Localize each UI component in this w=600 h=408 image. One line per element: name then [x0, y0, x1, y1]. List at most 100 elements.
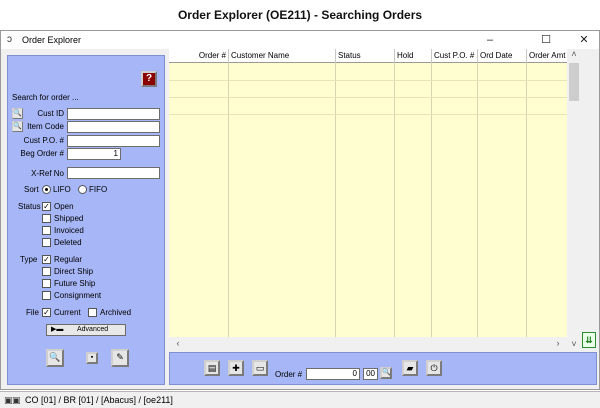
- eraser-icon: ✎: [116, 352, 124, 362]
- exit-button[interactable]: ⏻: [426, 360, 442, 376]
- scroll-up-icon[interactable]: ˄: [567, 49, 581, 59]
- order-window-button[interactable]: ▭: [252, 360, 268, 376]
- type-direct-ship-checkbox[interactable]: [42, 267, 51, 276]
- status-label: Status: [18, 202, 41, 212]
- window-icon: ▭: [256, 363, 265, 373]
- page-title: Order Explorer (OE211) - Searching Order…: [0, 0, 600, 30]
- open-folder-button[interactable]: ▰: [402, 360, 418, 376]
- status-bar: ▣ ▣ CO [01] / BR [01] / [Abacus] / [oe21…: [0, 391, 600, 408]
- status-open-label: Open: [54, 202, 74, 212]
- status-shipped-label: Shipped: [54, 214, 83, 224]
- grid-column-divider: [477, 63, 478, 352]
- advanced-label: Advanced: [77, 325, 108, 335]
- type-regular-checkbox[interactable]: ✓: [42, 255, 51, 264]
- folder-icon: ▰: [407, 363, 414, 373]
- magnifier-icon: 🔍: [13, 123, 22, 130]
- file-archived-label: Archived: [100, 308, 131, 318]
- beg-order-label: Beg Order #: [12, 149, 64, 159]
- grid-row-line: [169, 114, 567, 115]
- cust-id-input[interactable]: [67, 108, 160, 120]
- status-invoiced-checkbox[interactable]: [42, 226, 51, 235]
- grid-horizontal-scrollbar[interactable]: ‹ ›: [169, 337, 567, 352]
- orders-grid[interactable]: Order # Customer Name Status Hold Cust P…: [169, 49, 567, 352]
- app-icon: ↄ: [7, 34, 19, 46]
- scroll-thumb[interactable]: [569, 63, 579, 101]
- grid-header: Order # Customer Name Status Hold Cust P…: [169, 49, 567, 63]
- type-direct-ship-label: Direct Ship: [54, 267, 93, 277]
- status-open-checkbox[interactable]: ✓: [42, 202, 51, 211]
- col-status[interactable]: Status: [336, 49, 395, 63]
- search-panel: ? Search for order ... 🔍 Cust ID 🔍 Item …: [7, 55, 165, 385]
- magnifier-icon: 🔍: [382, 369, 391, 376]
- grid-column-divider: [526, 63, 527, 352]
- advanced-button[interactable]: ▶▬ Advanced: [46, 324, 126, 336]
- status-invoiced-label: Invoiced: [54, 226, 84, 236]
- minimize-button[interactable]: –: [475, 31, 505, 49]
- col-order-amt[interactable]: Order Amt: [527, 49, 567, 63]
- order-suffix-input[interactable]: 00: [363, 368, 378, 380]
- sort-fifo-radio[interactable]: [78, 185, 87, 194]
- view-details-button[interactable]: ▤: [204, 360, 220, 376]
- scroll-down-icon[interactable]: ˅: [567, 339, 581, 349]
- type-future-ship-checkbox[interactable]: [42, 279, 51, 288]
- grid-row-line: [169, 97, 567, 98]
- scroll-right-icon[interactable]: ›: [551, 338, 565, 348]
- sort-fifo-label: FIFO: [89, 185, 107, 195]
- type-consignment-label: Consignment: [54, 291, 101, 301]
- item-lookup-button[interactable]: 🔍: [12, 121, 23, 132]
- clear-search-button[interactable]: ✎: [111, 349, 129, 367]
- search-icon: 🔍: [49, 352, 60, 362]
- file-archived-checkbox[interactable]: [88, 308, 97, 317]
- play-icon: ▶▬: [51, 325, 63, 335]
- new-order-button[interactable]: ✚: [228, 360, 244, 376]
- file-current-checkbox[interactable]: ✓: [42, 308, 51, 317]
- cust-id-label: Cust ID: [26, 109, 64, 119]
- window-title: Order Explorer: [22, 34, 81, 46]
- col-cust-po[interactable]: Cust P.O. #: [432, 49, 478, 63]
- close-button[interactable]: ✕: [569, 31, 599, 49]
- item-code-label: Item Code: [26, 122, 64, 132]
- col-ord-date[interactable]: Ord Date: [478, 49, 527, 63]
- status-shipped-checkbox[interactable]: [42, 214, 51, 223]
- type-regular-label: Regular: [54, 255, 82, 265]
- xref-input[interactable]: [67, 167, 160, 179]
- magnifier-icon: 🔍: [13, 110, 22, 117]
- sort-lifo-radio[interactable]: [42, 185, 51, 194]
- order-number-input[interactable]: 0: [306, 368, 360, 380]
- order-number-label: Order #: [275, 370, 302, 380]
- search-heading: Search for order ...: [12, 93, 79, 103]
- monitor-icon: ▣: [12, 395, 22, 405]
- order-lookup-button[interactable]: 🔍: [380, 367, 392, 379]
- grid-column-divider: [335, 63, 336, 352]
- col-order-number[interactable]: Order #: [169, 49, 229, 63]
- order-explorer-window: ↄ Order Explorer – ☐ ✕ ? Search for orde…: [0, 30, 600, 390]
- status-deleted-checkbox[interactable]: [42, 238, 51, 247]
- grid-row-line: [169, 80, 567, 81]
- beg-order-input[interactable]: 1: [67, 148, 121, 160]
- bottom-toolbar: ▤ ✚ ▭ Order # 0 00 🔍 ▰ ⏻: [169, 352, 597, 385]
- type-label: Type: [20, 255, 37, 265]
- scroll-left-icon[interactable]: ‹: [171, 338, 185, 348]
- expand-grid-button[interactable]: ⇊: [582, 332, 596, 348]
- document-icon: ▤: [208, 363, 217, 373]
- type-consignment-checkbox[interactable]: [42, 291, 51, 300]
- cust-lookup-button[interactable]: 🔍: [12, 108, 23, 119]
- sort-label: Sort: [24, 185, 39, 195]
- grid-column-divider: [394, 63, 395, 352]
- grid-column-divider: [228, 63, 229, 352]
- search-button[interactable]: 🔍: [46, 349, 64, 367]
- grid-vertical-scrollbar[interactable]: ˄ ˅: [567, 49, 581, 352]
- file-current-label: Current: [54, 308, 81, 318]
- col-customer-name[interactable]: Customer Name: [229, 49, 336, 63]
- help-button[interactable]: ?: [141, 71, 157, 87]
- col-hold[interactable]: Hold: [395, 49, 432, 63]
- type-future-ship-label: Future Ship: [54, 279, 95, 289]
- title-bar: ↄ Order Explorer – ☐ ✕: [1, 31, 599, 49]
- item-code-input[interactable]: [67, 121, 160, 133]
- new-document-icon: ✚: [232, 363, 240, 373]
- xref-label: X-Ref No: [12, 169, 64, 179]
- save-button[interactable]: ▪: [86, 352, 98, 364]
- cust-po-input[interactable]: [67, 135, 160, 147]
- maximize-button[interactable]: ☐: [531, 31, 561, 49]
- sort-lifo-label: LIFO: [53, 185, 71, 195]
